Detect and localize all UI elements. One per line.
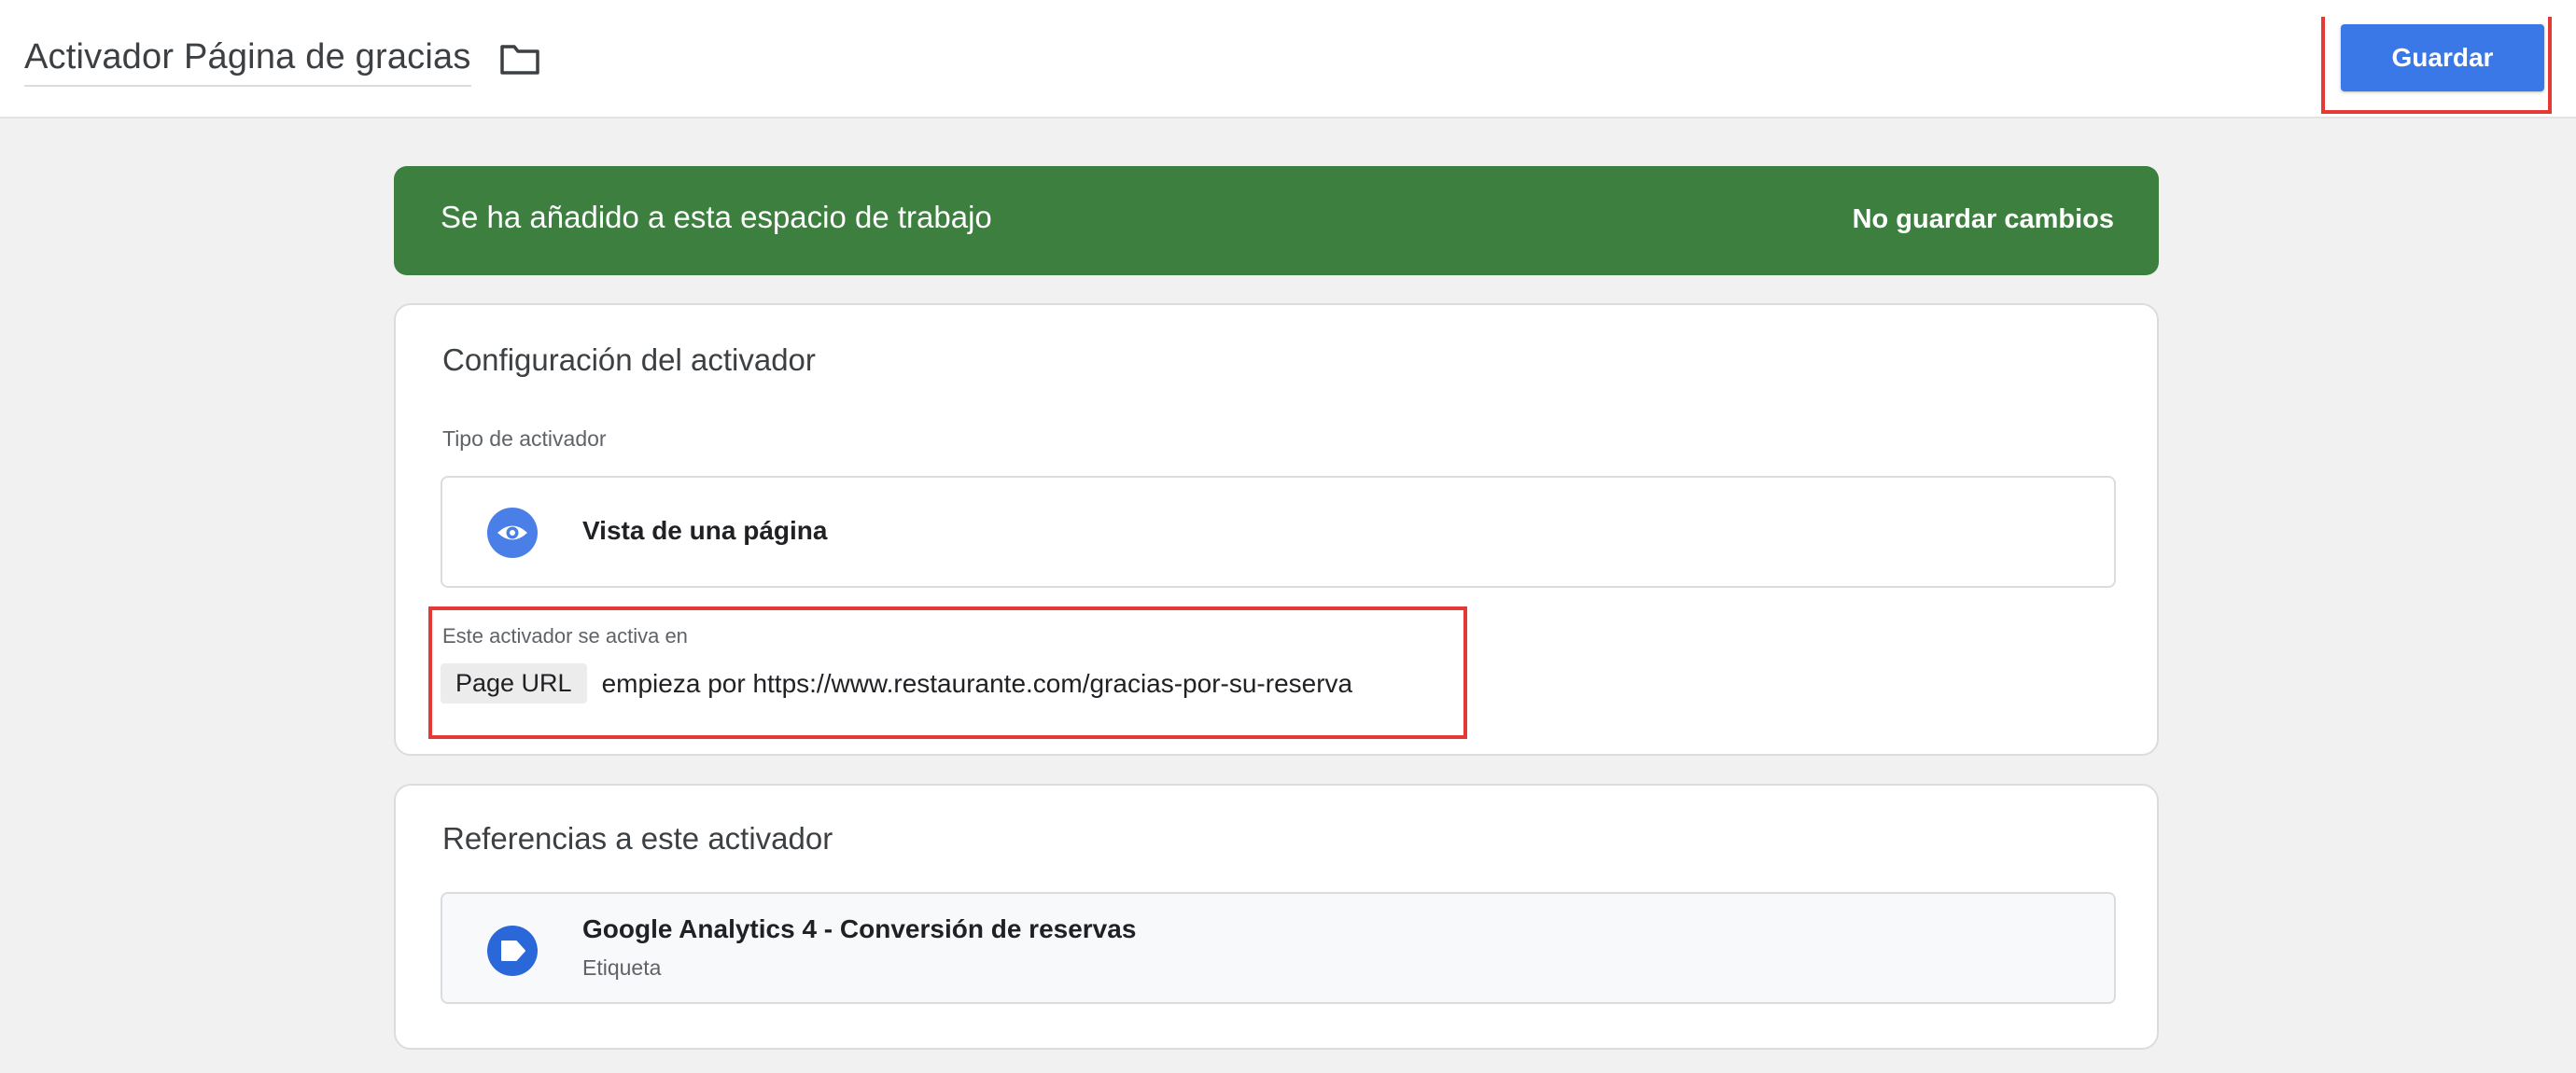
reference-name: Google Analytics 4 - Conversión de reser… [582,914,1137,943]
tag-icon [487,926,538,976]
condition-text: empieza por https://www.restaurante.com/… [601,668,1353,698]
header-bar: Activador Página de gracias Guardar [0,0,2576,118]
trigger-configuration-card: Configuración del activador Tipo de acti… [394,303,2159,756]
references-title: Referencias a este activador [442,821,833,856]
trigger-type-label: Tipo de activador [442,426,607,451]
banner-message: Se ha añadido a esta espacio de trabajo [441,200,992,234]
trigger-type-name: Vista de una página [582,516,828,545]
config-title: Configuración del activador [442,342,816,377]
variable-chip: Page URL [441,663,587,704]
condition-label: Este activador se activa en [442,624,688,648]
workspace-banner: Se ha añadido a esta espacio de trabajo … [394,166,2159,275]
save-button[interactable]: Guardar [2341,24,2544,91]
folder-icon[interactable] [499,42,540,76]
trigger-type-box[interactable]: Vista de una página [441,476,2116,588]
eye-icon [487,508,538,558]
reference-item[interactable]: Google Analytics 4 - Conversión de reser… [441,892,2116,1004]
discard-changes-link[interactable]: No guardar cambios [1853,204,2114,235]
title-area: Activador Página de gracias [24,32,540,91]
reference-type: Etiqueta [582,955,662,980]
trigger-title[interactable]: Activador Página de gracias [24,37,471,87]
trigger-references-card: Referencias a este activador Google Anal… [394,784,2159,1050]
condition-row: Page URL empieza por https://www.restaur… [441,663,1352,704]
